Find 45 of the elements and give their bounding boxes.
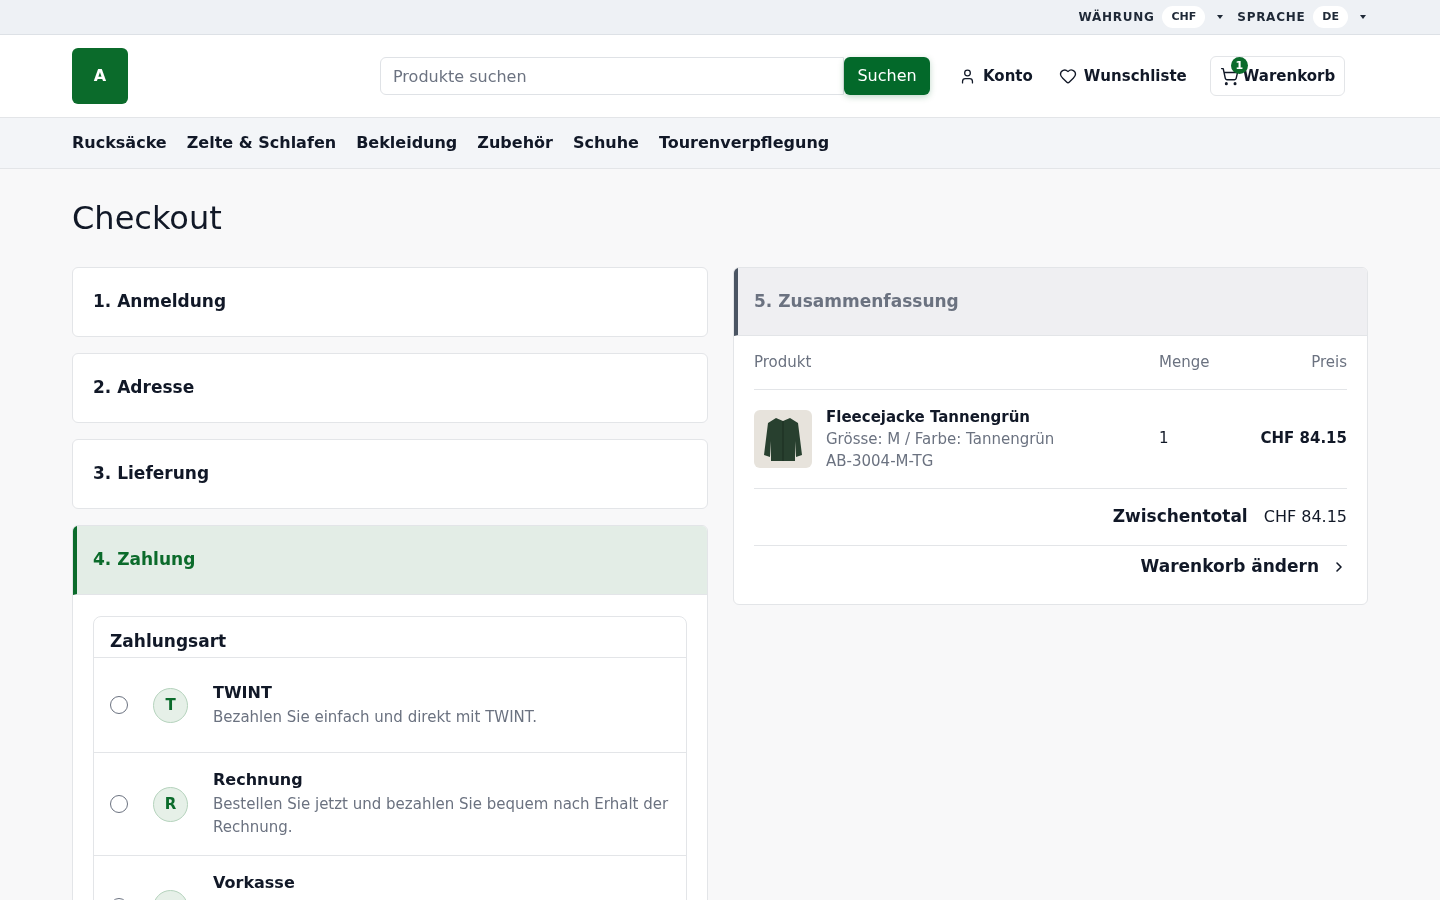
payment-method-name: Vorkasse [213,872,295,894]
column-header: Preis [1311,352,1347,373]
heart-icon [1058,67,1077,85]
product-photo [754,409,812,468]
product-price: CHF 84.15 [1260,428,1347,450]
product-quantity: 1 [1159,428,1169,450]
payment-method-description: Bestellen Sie jetzt und bezahlen Sie bequem nach Erhalt der Rechnung. [213,794,670,838]
payment-method-description: Bezahlen Sie einfach und direkt mit TWINT. [213,706,537,728]
category-link[interactable]: Rucksäcke [72,131,167,155]
page-title: Checkout [72,198,223,238]
column-header: Menge [1159,352,1210,373]
category-link[interactable]: Zubehör [477,131,553,155]
category-link[interactable]: Schuhe [572,131,639,155]
category-link[interactable]: Bekleidung [356,131,458,155]
payment-method-icon: R [153,786,188,822]
edit-cart-link[interactable]: Warenkorb ändern [1140,553,1347,580]
subtotal-value: CHF 84.15 [1263,505,1347,528]
payment-method-name: Rechnung [213,769,304,791]
subtotal-label: Zwischentotal [1112,504,1248,528]
currency-dropdown[interactable]: CHF [1162,5,1206,29]
user-icon [959,67,976,85]
caret-down-icon [1217,15,1224,19]
payment-method-name: TWINT [213,681,273,704]
caret-down-icon [1360,15,1366,19]
account-link[interactable]: Konto [956,64,1036,88]
product-name: Fleecejacke Tannengrün [826,406,1032,428]
category-link[interactable]: Zelte & Schlafen [186,131,337,155]
language-dropdown[interactable]: DE [1313,5,1348,29]
language-label: SPRACHE [1237,9,1306,26]
summary-title: 5. Zusammenfassung [754,289,959,313]
step-header[interactable]: 2. Adresse [72,353,708,423]
step-header[interactable]: 4. Zahlung [73,526,707,595]
payment-method-icon: T [153,687,188,723]
search-button[interactable]: Suchen [844,57,930,95]
category-link[interactable]: Tourenverpflegung [658,131,830,155]
currency-label: WÄHRUNG [1078,8,1155,26]
column-header: Produkt [754,352,812,373]
product-variant: Grösse: M / Farbe: Tannengrün [826,428,1055,450]
payment-section-title: Zahlungsart [110,629,227,653]
logo[interactable]: A [72,48,128,104]
step-header[interactable]: 3. Lieferung [72,439,708,509]
wishlist-link[interactable]: Wunschliste [1055,64,1190,88]
product-sku: AB-3004-M-TG [826,450,935,472]
search-field[interactable]: Produkte suchen [380,57,844,95]
step-header[interactable]: 1. Anmeldung [72,267,708,337]
